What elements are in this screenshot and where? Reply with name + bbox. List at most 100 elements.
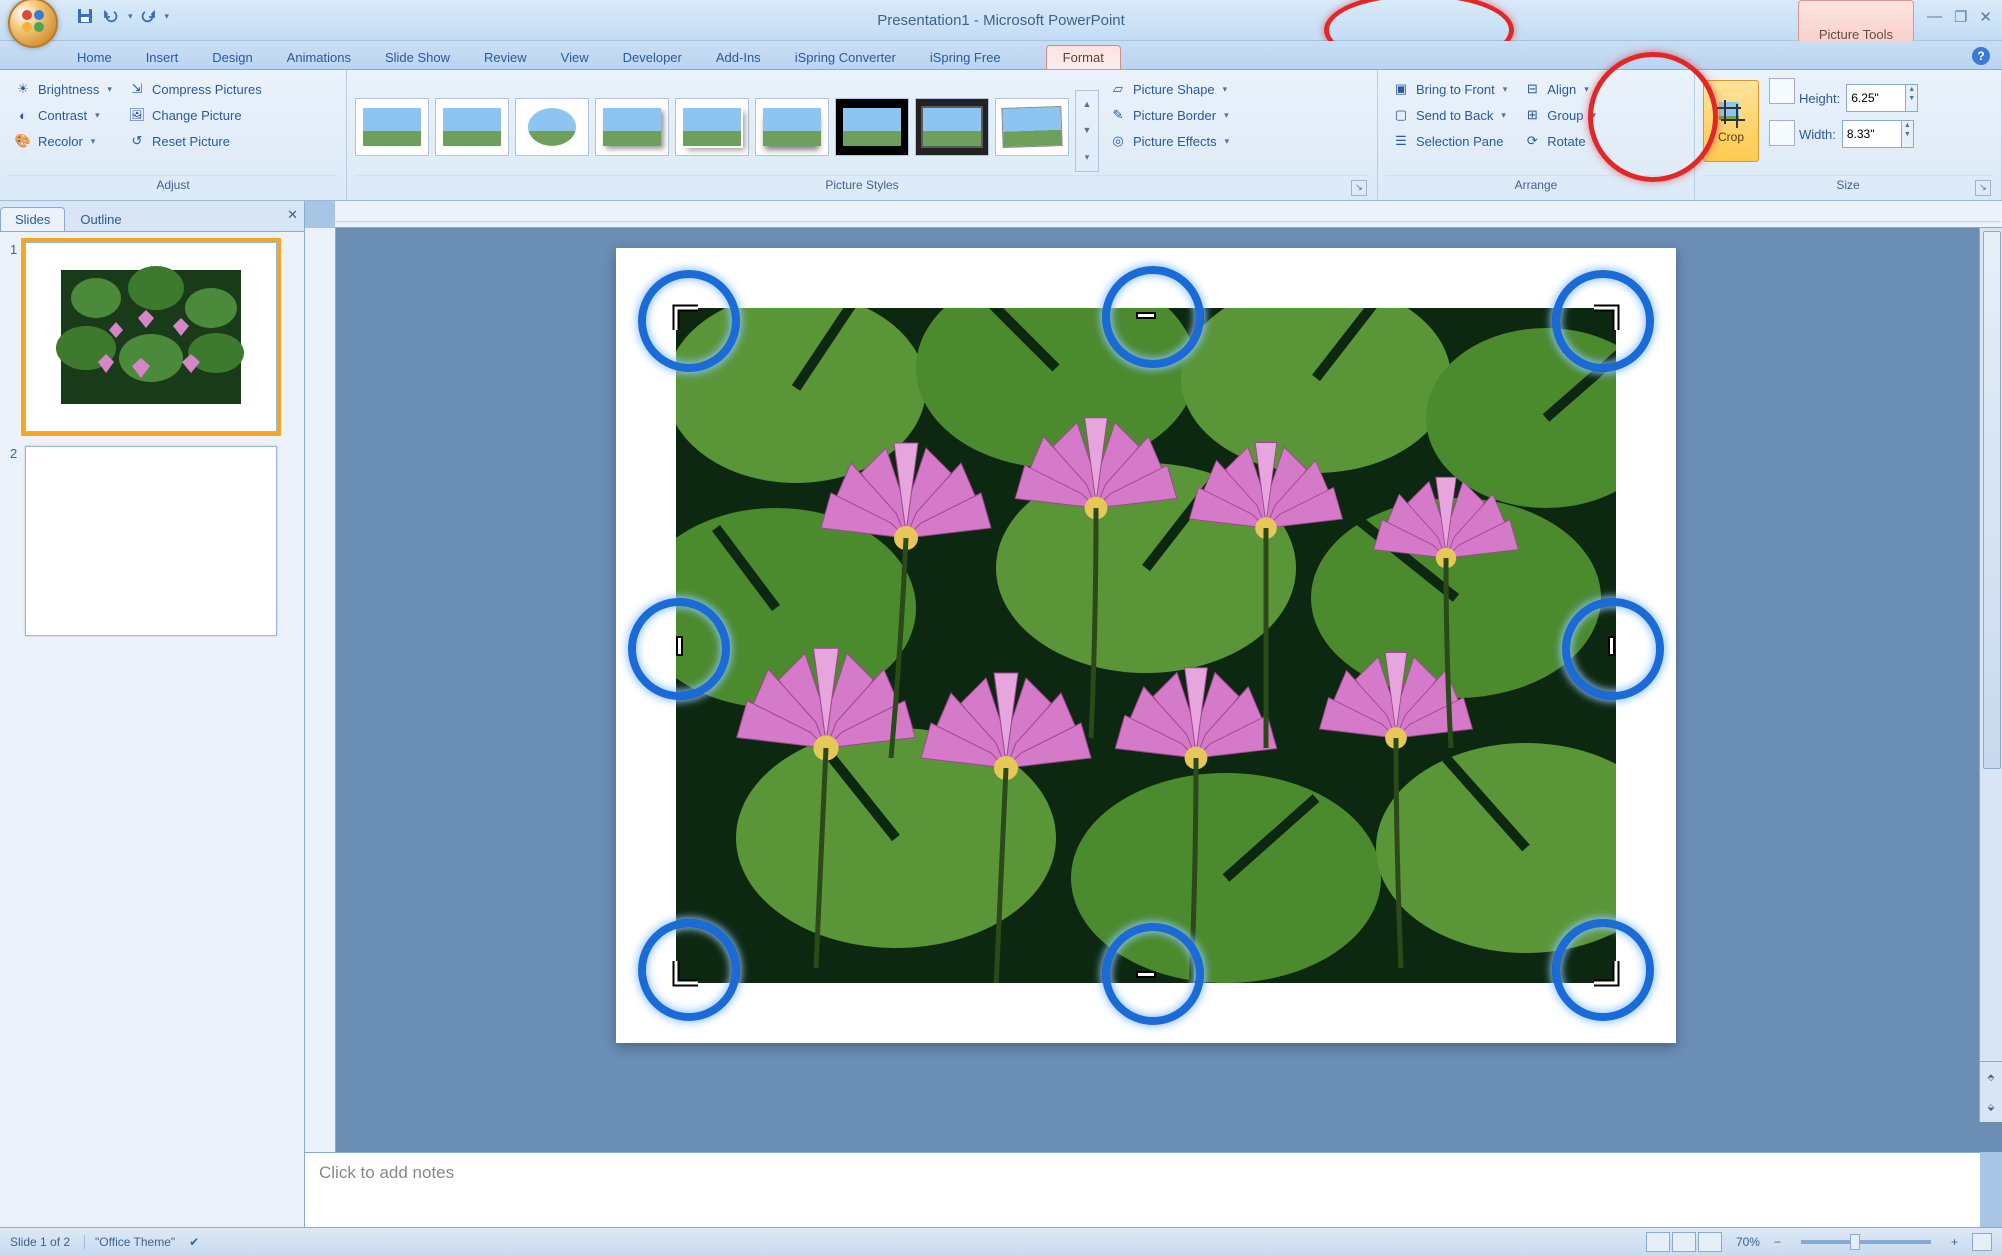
fit-to-window-button[interactable]: [1972, 1233, 1992, 1251]
next-slide-button[interactable]: ⬙: [1988, 1102, 1995, 1113]
bring-to-front-button[interactable]: ▣Bring to Front▾: [1386, 78, 1513, 100]
panel-tab-outline[interactable]: Outline: [65, 207, 136, 231]
crop-handle-mr[interactable]: [1596, 630, 1628, 662]
slide-thumbnail-1[interactable]: [25, 242, 277, 432]
prev-slide-button[interactable]: ⬘: [1988, 1072, 1995, 1083]
slide: [616, 248, 1676, 1043]
picture-effects-icon: ◎: [1109, 132, 1127, 150]
tab-review[interactable]: Review: [467, 45, 544, 69]
tab-add-ins[interactable]: Add-Ins: [699, 45, 778, 69]
crop-handle-bc[interactable]: [1130, 959, 1162, 991]
panel-tab-slides[interactable]: Slides: [0, 207, 65, 231]
brightness-button[interactable]: ☀Brightness▾: [8, 78, 118, 100]
style-thumb[interactable]: [755, 98, 829, 156]
picture-border-button[interactable]: ✎Picture Border▾: [1103, 104, 1235, 126]
redo-button[interactable]: [137, 5, 159, 27]
zoom-out-button[interactable]: −: [1774, 1235, 1781, 1249]
tab-insert[interactable]: Insert: [129, 45, 196, 69]
style-thumb[interactable]: [515, 98, 589, 156]
notes-pane[interactable]: Click to add notes: [305, 1152, 1980, 1227]
align-icon: ⊟: [1523, 80, 1541, 98]
height-input[interactable]: ▲▼: [1846, 84, 1918, 112]
crop-handle-br[interactable]: [1588, 955, 1620, 987]
selection-pane-icon: ☰: [1392, 132, 1410, 150]
group-icon: ⊞: [1523, 106, 1541, 124]
compress-pictures-button[interactable]: ⇲Compress Pictures: [122, 78, 268, 100]
recolor-icon: 🎨: [14, 132, 32, 150]
picture-styles-launcher[interactable]: ↘: [1351, 180, 1367, 196]
align-button[interactable]: ⊟Align▾: [1517, 78, 1604, 100]
ribbon-tabs: Home Insert Design Animations Slide Show…: [0, 41, 2002, 70]
zoom-level[interactable]: 70%: [1736, 1235, 1760, 1249]
change-picture-button[interactable]: 🖼Change Picture: [122, 104, 268, 126]
slideshow-view-button[interactable]: [1698, 1232, 1722, 1252]
qat-customize[interactable]: ▾: [165, 11, 170, 22]
zoom-in-button[interactable]: +: [1951, 1235, 1958, 1249]
contextual-tab-group: Picture Tools: [1798, 0, 1914, 43]
group-button[interactable]: ⊞Group▾: [1517, 104, 1604, 126]
tab-home[interactable]: Home: [60, 45, 129, 69]
tab-format[interactable]: Format: [1046, 45, 1121, 69]
crop-handle-tr[interactable]: [1588, 304, 1620, 336]
slide-canvas[interactable]: ⬘⬙: [336, 228, 2002, 1152]
restore-button[interactable]: ❐: [1954, 8, 1967, 26]
slide-thumbnail-2[interactable]: [25, 446, 277, 636]
office-button[interactable]: [8, 0, 58, 48]
size-height-icon: [1769, 78, 1795, 104]
picture-shape-icon: ▱: [1109, 80, 1127, 98]
spell-check-icon[interactable]: ✔: [189, 1235, 199, 1249]
picture-styles-gallery: ▲▼▾: [355, 74, 1099, 172]
selection-pane-button[interactable]: ☰Selection Pane: [1386, 130, 1513, 152]
tab-slide-show[interactable]: Slide Show: [368, 45, 467, 69]
change-picture-icon: 🖼: [128, 106, 146, 124]
tab-ispring-free[interactable]: iSpring Free: [913, 45, 1018, 69]
style-thumb[interactable]: [355, 98, 429, 156]
tab-developer[interactable]: Developer: [606, 45, 699, 69]
recolor-button[interactable]: 🎨Recolor▾: [8, 130, 118, 152]
horizontal-ruler[interactable]: [335, 201, 2002, 228]
reset-picture-button[interactable]: ↺Reset Picture: [122, 130, 268, 152]
zoom-slider[interactable]: [1801, 1240, 1931, 1244]
undo-dropdown[interactable]: ▾: [128, 11, 133, 22]
crop-handle-tl[interactable]: [672, 304, 704, 336]
picture-shape-button[interactable]: ▱Picture Shape▾: [1103, 78, 1235, 100]
main-area: Slides Outline ✕ 1: [0, 201, 2002, 1227]
contrast-button[interactable]: ◐Contrast▾: [8, 104, 118, 126]
undo-button[interactable]: [100, 5, 122, 27]
style-thumb[interactable]: [435, 98, 509, 156]
vertical-scrollbar[interactable]: ⬘⬙: [1979, 228, 2002, 1122]
ribbon: ☀Brightness▾ ◐Contrast▾ 🎨Recolor▾ ⇲Compr…: [0, 70, 2002, 201]
style-thumb[interactable]: [835, 98, 909, 156]
close-button[interactable]: ✕: [1979, 8, 1992, 26]
size-launcher[interactable]: ↘: [1975, 180, 1991, 196]
vertical-ruler[interactable]: [305, 228, 336, 1152]
panel-close-button[interactable]: ✕: [287, 207, 298, 223]
scrollbar-thumb[interactable]: [1983, 231, 2001, 769]
crop-handle-tc[interactable]: [1130, 300, 1162, 332]
tab-design[interactable]: Design: [195, 45, 269, 69]
style-thumb[interactable]: [995, 98, 1069, 156]
style-gallery-more[interactable]: ▲▼▾: [1075, 90, 1099, 172]
rotate-button[interactable]: ⟳Rotate▾: [1517, 130, 1604, 152]
send-to-back-button[interactable]: ▢Send to Back▾: [1386, 104, 1513, 126]
brightness-icon: ☀: [14, 80, 32, 98]
send-back-icon: ▢: [1392, 106, 1410, 124]
sorter-view-button[interactable]: [1672, 1232, 1696, 1252]
crop-button[interactable]: Crop: [1703, 80, 1759, 162]
crop-handle-bl[interactable]: [672, 955, 704, 987]
selected-picture[interactable]: [676, 308, 1616, 983]
tab-animations[interactable]: Animations: [270, 45, 368, 69]
picture-effects-button[interactable]: ◎Picture Effects▾: [1103, 130, 1235, 152]
tab-view[interactable]: View: [544, 45, 606, 69]
style-thumb[interactable]: [595, 98, 669, 156]
minimize-button[interactable]: —: [1927, 8, 1942, 26]
style-thumb[interactable]: [675, 98, 749, 156]
help-button[interactable]: ?: [1972, 47, 1990, 65]
width-input[interactable]: ▲▼: [1842, 120, 1914, 148]
tab-ispring-converter[interactable]: iSpring Converter: [778, 45, 913, 69]
style-thumb[interactable]: [915, 98, 989, 156]
save-button[interactable]: [74, 5, 96, 27]
normal-view-button[interactable]: [1646, 1232, 1670, 1252]
title-bar: ▾ ▾ Presentation1 - Microsoft PowerPoint…: [0, 0, 2002, 41]
crop-handle-ml[interactable]: [664, 630, 696, 662]
